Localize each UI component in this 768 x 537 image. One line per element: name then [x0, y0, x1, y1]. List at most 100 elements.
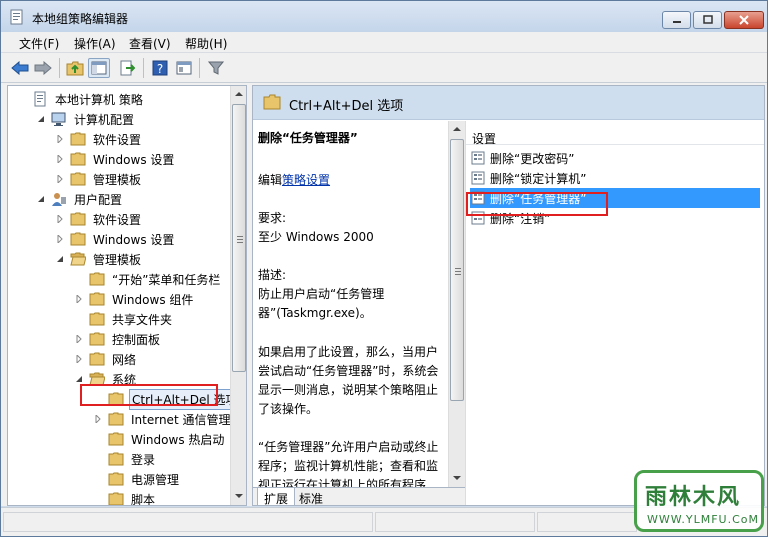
tree-item[interactable]: Windows 设置 — [54, 149, 176, 169]
no-expander — [92, 493, 104, 505]
help-icon: ? — [152, 60, 168, 76]
desc-para1: 如果启用了此设置，那么，当用户尝试启动“任务管理器”时，系统会显示一则消息，说明… — [258, 345, 439, 416]
chevron-down-icon — [453, 476, 461, 480]
tab-standard[interactable]: 标准 — [293, 488, 329, 505]
collapsed-triangle-icon[interactable] — [54, 213, 66, 225]
details-pane: Ctrl+Alt+Del 选项 删除“任务管理器” 编辑策略设置 要求: 至少 … — [252, 85, 765, 506]
menu-action[interactable]: 操作(A) — [72, 35, 118, 52]
tree-item[interactable]: 电源管理 — [92, 469, 181, 489]
no-expander — [73, 313, 85, 325]
gpedit-window: 本地组策略编辑器 文件(F) 操作(A) 查看(V) 帮助(H) ? 本地计算机… — [0, 0, 768, 537]
desc-req-label: 要求: — [258, 211, 287, 225]
tree-item[interactable]: Internet 通信管理 — [92, 409, 232, 429]
folder-icon — [89, 271, 105, 287]
menu-help[interactable]: 帮助(H) — [183, 35, 229, 52]
policy-setting-icon — [470, 170, 486, 186]
setting-label: 删除“更改密码” — [490, 151, 575, 166]
tree-item[interactable]: 共享文件夹 — [73, 309, 174, 329]
collapsed-triangle-icon[interactable] — [54, 173, 66, 185]
tree-item-label: 电源管理 — [131, 472, 180, 487]
menu-bar: 文件(F) 操作(A) 查看(V) 帮助(H) — [1, 32, 767, 53]
collapsed-triangle-icon[interactable] — [54, 133, 66, 145]
expanded-triangle-icon[interactable] — [54, 253, 66, 265]
export-list-button[interactable] — [116, 58, 138, 78]
forward-button[interactable] — [32, 58, 54, 78]
menu-view[interactable]: 查看(V) — [127, 35, 173, 52]
tree-item[interactable]: 用户配置 — [35, 189, 124, 209]
back-button[interactable] — [9, 58, 31, 78]
desc-scrollbar[interactable] — [448, 121, 465, 487]
tree-item[interactable]: 控制面板 — [73, 329, 162, 349]
folder-icon — [108, 431, 124, 447]
chevron-down-icon — [235, 494, 243, 498]
collapsed-triangle-icon[interactable] — [54, 233, 66, 245]
status-cell — [3, 512, 373, 532]
scroll-up-arrow[interactable] — [449, 121, 465, 137]
tab-extended[interactable]: 扩展 — [257, 488, 296, 505]
filter-button[interactable] — [205, 58, 227, 78]
tree-item[interactable]: 网络 — [73, 349, 138, 369]
tree-item[interactable]: “开始”菜单和任务栏 — [73, 269, 222, 289]
menu-file[interactable]: 文件(F) — [17, 35, 61, 52]
highlight-box-setting — [466, 192, 608, 216]
settings-column-header[interactable]: 设置 — [466, 121, 764, 146]
console-tree-icon — [91, 61, 107, 75]
filter-icon — [208, 61, 224, 75]
edit-policy-link[interactable]: 策略设置 — [282, 173, 330, 187]
close-button[interactable] — [724, 11, 764, 29]
setting-row[interactable]: 删除“锁定计算机” — [470, 168, 586, 188]
folder-icon — [89, 331, 105, 347]
collapsed-triangle-icon[interactable] — [54, 153, 66, 165]
computer-icon — [51, 111, 67, 127]
export-icon — [120, 60, 135, 76]
scroll-up-arrow[interactable] — [231, 86, 246, 102]
tree-item-label: 管理模板 — [93, 172, 142, 187]
maximize-button[interactable] — [693, 11, 722, 29]
tree-item-label: 控制面板 — [112, 332, 161, 347]
folder-icon — [70, 151, 86, 167]
tree-item[interactable]: 软件设置 — [54, 209, 143, 229]
toolbar: ? — [1, 53, 767, 83]
tree-item[interactable]: Windows 设置 — [54, 229, 176, 249]
tree-item[interactable]: Windows 热启动 — [92, 429, 226, 449]
tree-scrollbar[interactable] — [230, 86, 246, 505]
watermark-text: 雨林木风 — [645, 485, 742, 510]
expanded-triangle-icon[interactable] — [35, 193, 47, 205]
collapsed-triangle-icon[interactable] — [73, 333, 85, 345]
svg-text:?: ? — [157, 62, 163, 76]
collapsed-triangle-icon[interactable] — [73, 353, 85, 365]
expanded-triangle-icon[interactable] — [35, 113, 47, 125]
help-button[interactable]: ? — [149, 58, 171, 78]
no-expander — [73, 273, 85, 285]
tree-item[interactable]: 管理模板 — [54, 249, 143, 269]
maximize-icon — [702, 15, 713, 24]
tree-item[interactable]: 软件设置 — [54, 129, 143, 149]
show-tree-button[interactable] — [88, 58, 110, 78]
chevron-up-icon — [235, 92, 243, 96]
tree-item[interactable]: Windows 组件 — [73, 289, 195, 309]
scroll-down-arrow[interactable] — [231, 488, 246, 504]
window-title: 本地组策略编辑器 — [32, 12, 129, 26]
tree-item[interactable]: 计算机配置 — [35, 109, 136, 129]
scroll-thumb[interactable] — [232, 104, 246, 372]
tree-item[interactable]: 本地计算机 策略 — [16, 89, 145, 109]
collapsed-triangle-icon[interactable] — [73, 293, 85, 305]
minimize-button[interactable] — [662, 11, 691, 29]
scroll-down-arrow[interactable] — [449, 470, 465, 486]
up-folder-button[interactable] — [64, 58, 86, 78]
properties-button[interactable] — [173, 58, 195, 78]
tree-item-label: 管理模板 — [93, 252, 142, 267]
tree-item-label: 软件设置 — [93, 132, 142, 147]
tree-item[interactable]: 登录 — [92, 449, 157, 469]
collapsed-triangle-icon[interactable] — [92, 413, 104, 425]
desc-req-value: 至少 Windows 2000 — [258, 230, 374, 244]
tree-item-label: 本地计算机 策略 — [55, 92, 143, 107]
scroll-thumb[interactable] — [450, 139, 464, 401]
setting-row[interactable]: 删除“更改密码” — [470, 148, 574, 168]
tree-item[interactable]: 脚本 — [92, 489, 157, 505]
tree-item[interactable]: 管理模板 — [54, 169, 143, 189]
no-expander — [92, 433, 104, 445]
settings-column-label: 设置 — [472, 132, 497, 146]
folder-icon — [70, 231, 86, 247]
folder-icon — [89, 311, 105, 327]
